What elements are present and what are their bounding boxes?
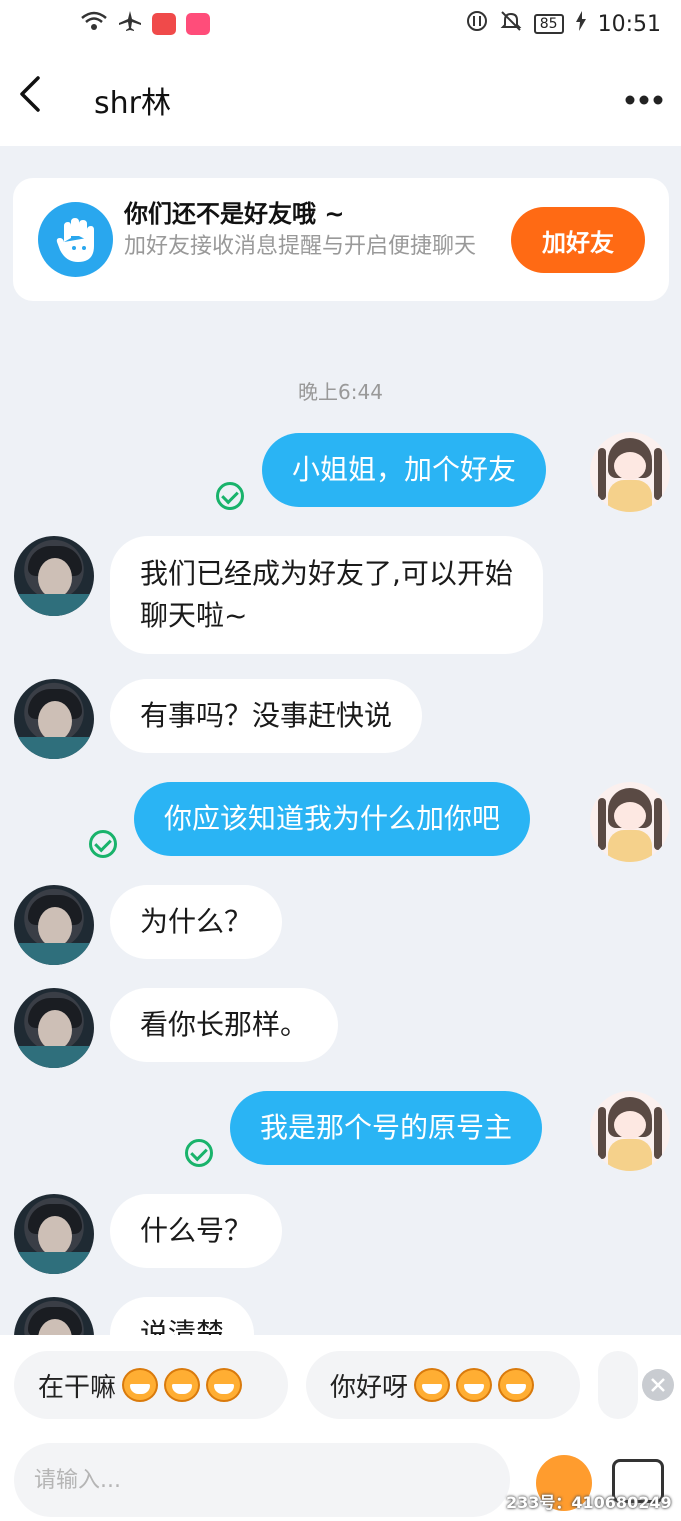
wifi-icon — [80, 10, 108, 38]
surprised-monkey-emoji-icon — [456, 1368, 493, 1402]
message-input[interactable] — [14, 1443, 510, 1517]
chat-timestamp: 晚上6:44 — [298, 380, 383, 404]
message-bubble[interactable]: 小姐姐，加个好友 — [262, 433, 547, 507]
video-app-icon — [186, 13, 210, 35]
watermark: 233号：410680249 — [506, 1493, 672, 1512]
status-time: 10:51 — [597, 11, 661, 37]
chevron-left-icon — [20, 76, 40, 112]
card-title: 你们还不是好友哦 ~ — [124, 200, 345, 228]
message-bubble[interactable]: 我们已经成为好友了,可以开始 聊天啦~ — [110, 536, 543, 654]
quick-reply-chip[interactable] — [598, 1351, 638, 1419]
message-bubble[interactable]: 你应该知道我为什么加你吧 — [134, 782, 531, 856]
laughing-monkey-emoji-icon — [164, 1368, 201, 1402]
quick-reply-label: 你好呀 — [330, 1372, 409, 1403]
close-icon — [651, 1378, 665, 1392]
message-bubble[interactable]: 看你长那样。 — [110, 988, 339, 1062]
chat-header: shr林 — [0, 48, 681, 146]
message-bubble[interactable]: 什么号？ — [110, 1194, 283, 1268]
quick-reply-chip[interactable]: 在干嘛 — [14, 1351, 288, 1419]
chat-title: shr林 — [94, 86, 171, 121]
add-friend-button[interactable]: 加好友 — [511, 207, 645, 273]
read-check-icon — [89, 830, 117, 858]
message-bubble[interactable]: 有事吗？没事赶快说 — [110, 679, 423, 753]
message-bubble[interactable]: 为什么？ — [110, 885, 283, 959]
add-friend-card: 你们还不是好友哦 ~ 加好友接收消息提醒与开启便捷聊天 加好友 — [13, 178, 669, 301]
charging-icon — [575, 11, 586, 37]
data-icon — [466, 10, 488, 38]
battery-indicator: 85 — [533, 14, 564, 34]
status-bar: 85 10:51 — [0, 0, 681, 48]
surprised-monkey-emoji-icon — [414, 1368, 451, 1402]
surprised-monkey-emoji-icon — [498, 1368, 535, 1402]
shop-app-icon — [152, 13, 176, 35]
avatar[interactable] — [590, 782, 670, 862]
back-button[interactable] — [18, 74, 58, 120]
card-avatar — [38, 202, 113, 277]
composer-panel: 在干嘛 你好呀 233号：410680249 — [0, 1335, 681, 1521]
read-check-icon — [216, 482, 244, 510]
avatar[interactable] — [590, 432, 670, 512]
avatar[interactable] — [590, 1091, 670, 1171]
laughing-monkey-emoji-icon — [206, 1368, 243, 1402]
laughing-monkey-emoji-icon — [122, 1368, 159, 1402]
message-bubble[interactable]: 我是那个号的原号主 — [230, 1091, 543, 1165]
more-button[interactable] — [625, 78, 663, 114]
hand-icon — [56, 217, 94, 262]
avatar[interactable] — [14, 679, 94, 759]
read-check-icon — [185, 1139, 213, 1167]
avatar[interactable] — [14, 536, 94, 616]
avatar[interactable] — [14, 988, 94, 1068]
card-subtitle: 加好友接收消息提醒与开启便捷聊天 — [124, 234, 477, 259]
avatar[interactable] — [14, 1194, 94, 1274]
quick-reply-label: 在干嘛 — [38, 1372, 117, 1403]
airplane-icon — [118, 10, 142, 38]
more-dots-icon — [625, 95, 663, 105]
quick-reply-chip[interactable]: 你好呀 — [306, 1351, 580, 1419]
mute-icon — [500, 10, 522, 38]
close-quick-replies-button[interactable] — [642, 1369, 674, 1401]
avatar[interactable] — [14, 885, 94, 965]
